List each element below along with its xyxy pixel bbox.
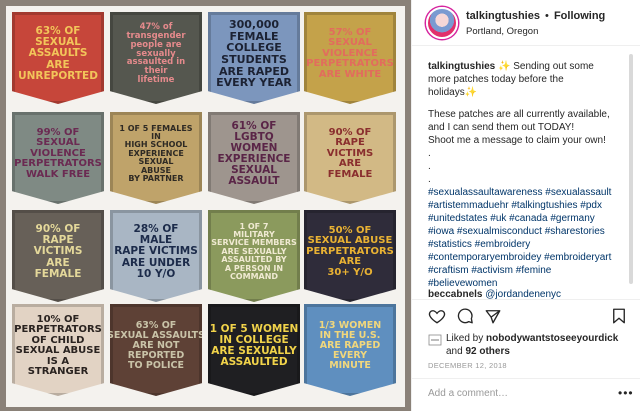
patch-text-line: WALK FREE — [25, 168, 91, 180]
patch-text-line: FEMALE — [34, 267, 82, 280]
patch-text-line: lifetime — [137, 75, 175, 86]
header-username[interactable]: talkingtushies — [466, 10, 540, 22]
patch-text-line: ARE UNDER — [121, 256, 191, 269]
post-header: talkingtushies • Following Portland, Ore… — [412, 0, 640, 46]
patch-16: 1/3 WOMEN IN THE U.S. ARE RAPED EVERY MINUTE — [304, 304, 396, 396]
caption: talkingtushies ✨ Sending out some more p… — [428, 60, 632, 290]
hashtag-line[interactable]: #sexualassaultawareness #sexualassault — [428, 186, 632, 199]
patch-text-line: ASSAULT — [228, 175, 280, 188]
heart-icon[interactable] — [428, 307, 446, 325]
post-panel: talkingtushies • Following Portland, Ore… — [411, 0, 640, 411]
patch-7: 61% OF LGBTQ WOMEN EXPERIENCE SEXUAL ASSAULT — [208, 112, 300, 204]
patch-13: 10% OF PERPETRATORS OF CHILD SEXUAL ABUSE IS… — [12, 304, 104, 396]
more-options-icon[interactable]: ••• — [618, 386, 634, 400]
caption-username[interactable]: talkingtushies — [428, 61, 495, 72]
patch-1: 63% OF SEXUAL ASSAULTS ARE UNREPORTED — [12, 12, 104, 104]
patch-text-line: MINUTE — [329, 359, 371, 371]
caption-line: These patches are all currently availabl… — [428, 109, 610, 120]
divider — [412, 378, 640, 379]
likes-others[interactable]: 92 others — [465, 346, 509, 357]
liked-by-user[interactable]: nobodywantstoseeyourdick — [486, 333, 618, 344]
post-photo[interactable]: 63% OF SEXUAL ASSAULTS ARE UNREPORTED 47% of t… — [0, 0, 411, 411]
patch-text-line: UNREPORTED — [18, 69, 98, 82]
patch-14: 63% OF SEXUAL ASSAULTS ARE NOT REPORTED TO P… — [110, 304, 202, 396]
patch-text-line: BY PARTNER — [128, 173, 184, 183]
header-separator: • — [545, 10, 549, 22]
patch-8: 90% OF RAPE VICTIMS ARE FEMALE — [304, 112, 396, 204]
patch-5: 99% OF SEXUAL VIOLENCE PERPETRATORS WALK FRE… — [12, 112, 104, 204]
patch-text-line: ASSAULTS — [28, 47, 88, 60]
caption-line: and I can send them out TODAY! — [428, 122, 575, 133]
hashtag-line[interactable]: #craftism #activism #femine — [428, 264, 632, 277]
patch-6: 1 OF 5 FEMALES IN HIGH SCHOOL EXPERIENCE SEX… — [110, 112, 202, 204]
patch-text-line: ASSAULTED — [220, 356, 288, 369]
patch-text-line: ARE — [46, 256, 70, 269]
comment-icon[interactable] — [456, 307, 474, 325]
patch-text-line: 10 Y/O — [136, 267, 176, 280]
patch-3: 300,000 FEMALE COLLEGE STUDENTS ARE RAPED EVE… — [208, 12, 300, 104]
likes-and: and — [446, 346, 463, 357]
avatar[interactable] — [426, 7, 458, 39]
patch-text-line: 30+ Y/O — [327, 266, 373, 278]
liked-by-prefix: Liked by — [446, 333, 484, 344]
caption-line: ✨ Sending out some — [498, 61, 594, 72]
patch-text-line: ARE WHITE — [318, 68, 382, 80]
liker-avatar-icon[interactable] — [428, 334, 442, 346]
patch-text-line: VICTIMS — [33, 245, 83, 258]
likes-text: Liked by nobodywantstoseeyourdick and 92… — [446, 332, 618, 358]
patch-board: 63% OF SEXUAL ASSAULTS ARE UNREPORTED 47% of t… — [6, 6, 405, 407]
patch-11: 1 OF 7 MILITARY SERVICE MEMBERS ARE SEXUALL… — [208, 210, 300, 302]
patch-text-line: EVERY YEAR — [216, 76, 292, 90]
patch-text-line: STUDENTS — [221, 53, 287, 66]
share-icon[interactable] — [484, 307, 502, 325]
scrollbar[interactable] — [629, 54, 633, 284]
patch-text-line: TO POLICE — [128, 359, 184, 371]
patch-4: 57% OF SEXUAL VIOLENCE PERPETRATORS ARE WHIT… — [304, 12, 396, 104]
add-comment-input[interactable]: Add a comment… — [428, 388, 508, 399]
caption-dot: . — [428, 161, 431, 172]
patch-text-line: STRANGER — [27, 366, 89, 377]
patch-text-line: COMMAND — [229, 271, 279, 281]
patch-text-line: FEMALE — [327, 168, 373, 180]
post-date[interactable]: DECEMBER 12, 2018 — [428, 361, 507, 370]
caption-line: Shoot me a message to claim your own! — [428, 135, 606, 146]
patch-12: 50% OF SEXUAL ABUSE PERPETRATORS ARE 30+ Y/O — [304, 210, 396, 302]
action-bar — [428, 307, 628, 327]
bookmark-icon[interactable] — [610, 307, 628, 325]
hashtag-line[interactable]: #statistics #embroidery — [428, 238, 632, 251]
patch-text-line: SEXUAL ABUSE — [15, 345, 101, 356]
patch-text-line: ARE — [46, 58, 70, 71]
caption-line: more patches today before the — [428, 74, 564, 85]
patch-2: 47% of transgender people are sexually assau… — [110, 12, 202, 104]
following-button[interactable]: Following — [554, 10, 605, 22]
patch-9: 90% OF RAPE VICTIMS ARE FEMALE — [12, 210, 104, 302]
header-username-row: talkingtushies • Following — [466, 10, 605, 22]
patch-15: 1 OF 5 WOMEN IN COLLEGE ARE SEXUALLY ASSAUL… — [208, 304, 300, 396]
patch-text-line: RAPE VICTIMS — [114, 245, 198, 258]
patch-text-line: PERPETRATORS — [14, 324, 102, 335]
caption-dot: . — [428, 148, 431, 159]
hashtag-line[interactable]: #iowa #sexualmisconduct #sharestories — [428, 225, 632, 238]
hashtag-line[interactable]: #artistemmaduehr #talkingtushies #pdx — [428, 199, 632, 212]
hashtag-line[interactable]: #contemporaryembroidey #embroideryart — [428, 251, 632, 264]
caption-line: holidays✨ — [428, 87, 478, 98]
location-link[interactable]: Portland, Oregon — [466, 26, 538, 37]
caption-dot: . — [428, 174, 431, 185]
hashtag-line[interactable]: #unitedstates #uk #canada #germany — [428, 212, 632, 225]
patch-10: 28% OF MALE RAPE VICTIMS ARE UNDER 10 Y/O — [110, 210, 202, 302]
divider — [412, 299, 640, 300]
